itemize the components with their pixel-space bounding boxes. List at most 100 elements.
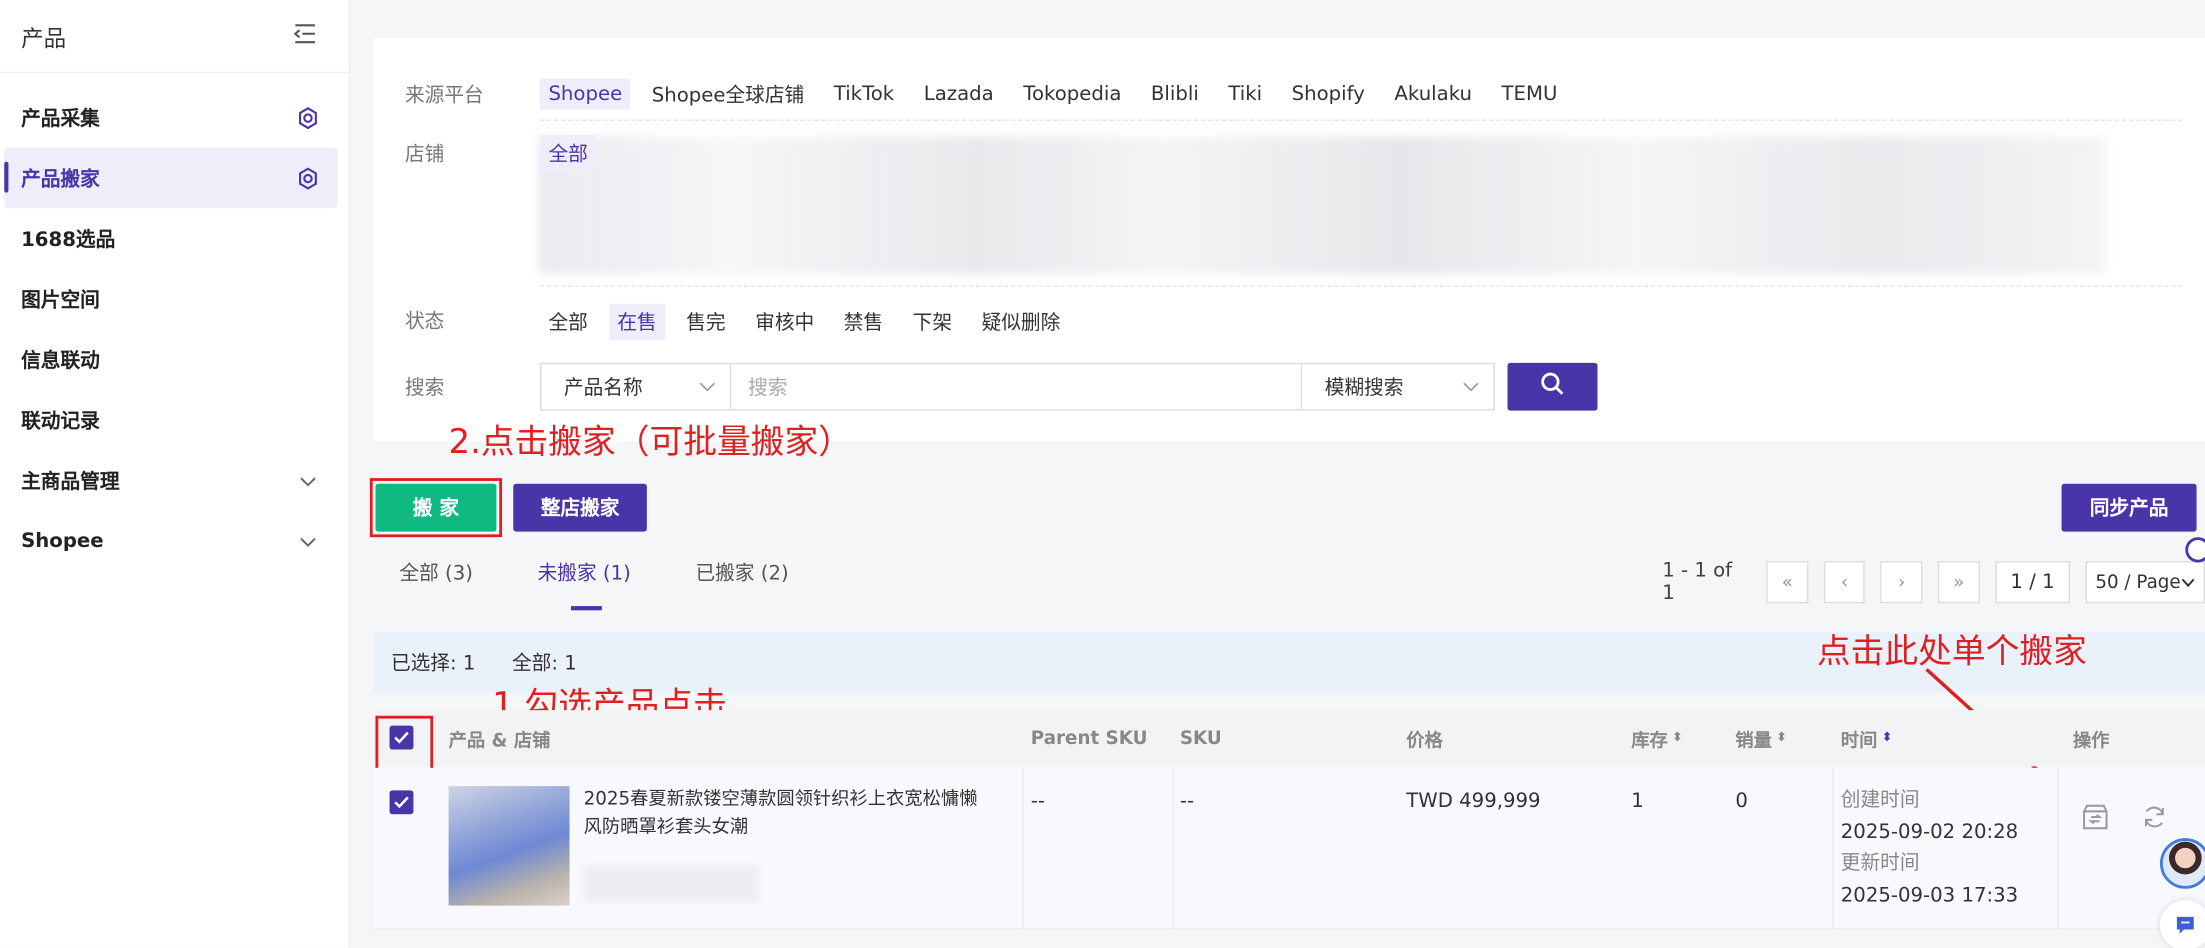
sidebar-item-label: Shopee [21, 529, 104, 552]
prev-page-icon[interactable]: ‹ [1823, 561, 1866, 604]
platform-option[interactable]: Lazada [915, 79, 1002, 110]
chevron-down-icon [699, 375, 716, 398]
blurred-store-list [538, 136, 2106, 275]
search-placeholder: 搜索 [748, 376, 788, 400]
sidebar-item-image-space[interactable]: 图片空间 [4, 269, 337, 329]
sidebar-item-label: 图片空间 [21, 288, 100, 312]
tab-not-moved[interactable]: 未搬家 (1) [538, 558, 631, 614]
platform-row: 来源平台 Shopee Shopee全球店铺 TikTok Lazada Tok… [405, 78, 2177, 112]
platform-option[interactable]: Akulaku [1386, 79, 1480, 110]
status-option[interactable]: 售完 [678, 304, 734, 341]
chat-icon[interactable] [2160, 900, 2205, 948]
status-tabs: 全部 (3) 未搬家 (1) 已搬家 (2) [399, 558, 853, 614]
sidebar-title: 产品 [21, 24, 67, 52]
chevron-down-icon [2181, 572, 2195, 593]
tab-all[interactable]: 全部 (3) [399, 558, 473, 614]
status-option[interactable]: 疑似删除 [973, 304, 1069, 341]
search-button[interactable] [1507, 362, 1598, 411]
sales: 0 [1735, 790, 1748, 813]
move-button[interactable]: 搬 家 [375, 483, 497, 532]
store-option-all[interactable]: 全部 [540, 135, 597, 172]
status-label: 状态 [405, 310, 445, 334]
sidebar-item-label: 信息联动 [21, 349, 100, 372]
sidebar-header: 产品 [0, 0, 349, 74]
sidebar-item-info-link[interactable]: 信息联动 [4, 329, 337, 389]
updated-label: 更新时间 [1840, 852, 1920, 875]
stock: 1 [1631, 790, 1644, 813]
divider [540, 285, 2183, 287]
sort-icon: ⬍ [1881, 731, 1893, 746]
price: TWD 499,999 [1406, 790, 1541, 813]
product-thumbnail[interactable] [448, 786, 570, 906]
page-size-select[interactable]: 50 / Page [2085, 561, 2205, 604]
search-field-select[interactable]: 产品名称 [540, 362, 732, 411]
sidebar-item-product-move[interactable]: 产品搬家 [4, 147, 338, 209]
next-page-icon[interactable]: › [1880, 561, 1923, 604]
tab-moved[interactable]: 已搬家 (2) [695, 558, 788, 614]
total-count: 全部: 1 [511, 651, 577, 675]
gear-icon[interactable] [295, 165, 320, 190]
support-avatar[interactable] [2160, 838, 2205, 889]
status-option[interactable]: 禁售 [835, 304, 891, 341]
platform-option[interactable]: Tiki [1220, 79, 1271, 110]
platform-option[interactable]: Shopee [540, 78, 631, 110]
pagination: 1 - 1 of 1 « ‹ › » 1 / 1 50 / Page [1662, 560, 2205, 605]
selected-count: 已选择: 1 [390, 651, 476, 675]
row-checkbox[interactable] [389, 790, 414, 815]
column-header-label: 销量 [1735, 730, 1772, 752]
column-divider [2057, 767, 2059, 930]
status-option[interactable]: 在售 [608, 303, 666, 341]
annotation-step2: 2.点击搬家（可批量搬家） [448, 421, 853, 462]
status-option[interactable]: 审核中 [747, 304, 823, 341]
product-title[interactable]: 2025春夏新款镂空薄款圆领针织衫上衣宽松慵懒 风防晒罩衫套头女潮 [584, 786, 1006, 842]
sidebar-item-master-products[interactable]: 主商品管理 [4, 450, 337, 510]
search-mode-select[interactable]: 模糊搜索 [1302, 362, 1495, 411]
sync-products-button[interactable]: 同步产品 [2061, 483, 2197, 532]
page-input[interactable]: 1 / 1 [1995, 561, 2071, 604]
sidebar-item-link-records[interactable]: 联动记录 [4, 390, 337, 450]
product-title-line: 风防晒罩衫套头女潮 [583, 817, 749, 839]
search-field-value: 产品名称 [563, 376, 643, 400]
platform-option[interactable]: Shopify [1283, 79, 1373, 110]
divider [540, 119, 2183, 121]
collapse-menu-icon[interactable] [293, 22, 318, 50]
sidebar-item-label: 产品搬家 [21, 168, 100, 191]
column-header-sortable[interactable]: 时间 ⬍ [1841, 710, 1892, 766]
status-option[interactable]: 下架 [904, 304, 960, 341]
move-product-icon[interactable] [2080, 802, 2111, 839]
sidebar-item-product-collect[interactable]: 产品采集 [4, 87, 337, 147]
sidebar-item-shopee[interactable]: Shopee [4, 510, 337, 570]
sidebar: 产品 产品采集 产品搬家 1688选品 图片空间 信息联动 联动记录 主商品管理 [0, 0, 351, 948]
first-page-icon[interactable]: « [1766, 561, 1809, 604]
search-input[interactable]: 搜索 [731, 362, 1303, 411]
time-cell: 创建时间 2025-09-02 20:28 更新时间 2025-09-03 17… [1841, 785, 2018, 912]
column-header: 产品 & 店铺 [448, 730, 551, 752]
chevron-down-icon [295, 468, 320, 493]
move-store-button[interactable]: 整店搬家 [513, 483, 647, 532]
column-header: Parent SKU [1030, 727, 1148, 749]
blurred-store-name [583, 864, 760, 902]
platform-option[interactable]: Tokopedia [1015, 79, 1130, 110]
sidebar-item-label: 产品采集 [21, 107, 100, 131]
sort-icon: ⬍ [1672, 731, 1683, 746]
column-header-label: 库存 [1631, 730, 1668, 752]
status-option[interactable]: 全部 [540, 304, 596, 341]
platform-option[interactable]: Blibli [1142, 79, 1207, 110]
platform-option[interactable]: TikTok [825, 79, 902, 110]
sidebar-item-label: 1688选品 [21, 228, 116, 252]
last-page-icon[interactable]: » [1937, 561, 1980, 604]
platform-option[interactable]: Shopee全球店铺 [643, 76, 812, 113]
column-divider [1172, 767, 1175, 930]
column-header: 价格 [1406, 730, 1443, 752]
refresh-icon[interactable] [2140, 803, 2168, 837]
sidebar-item-label: 主商品管理 [21, 470, 120, 493]
column-header: 操作 [2072, 730, 2110, 752]
sidebar-item-1688[interactable]: 1688选品 [4, 208, 337, 268]
column-header-sortable[interactable]: 库存 ⬍ [1631, 710, 1682, 766]
gear-icon[interactable] [295, 105, 320, 130]
column-divider [1022, 767, 1024, 930]
column-header-sortable[interactable]: 销量 ⬍ [1735, 710, 1786, 766]
platform-option[interactable]: TEMU [1493, 79, 1566, 110]
floating-circle-icon[interactable] [2185, 537, 2205, 563]
chevron-down-icon [295, 528, 320, 553]
